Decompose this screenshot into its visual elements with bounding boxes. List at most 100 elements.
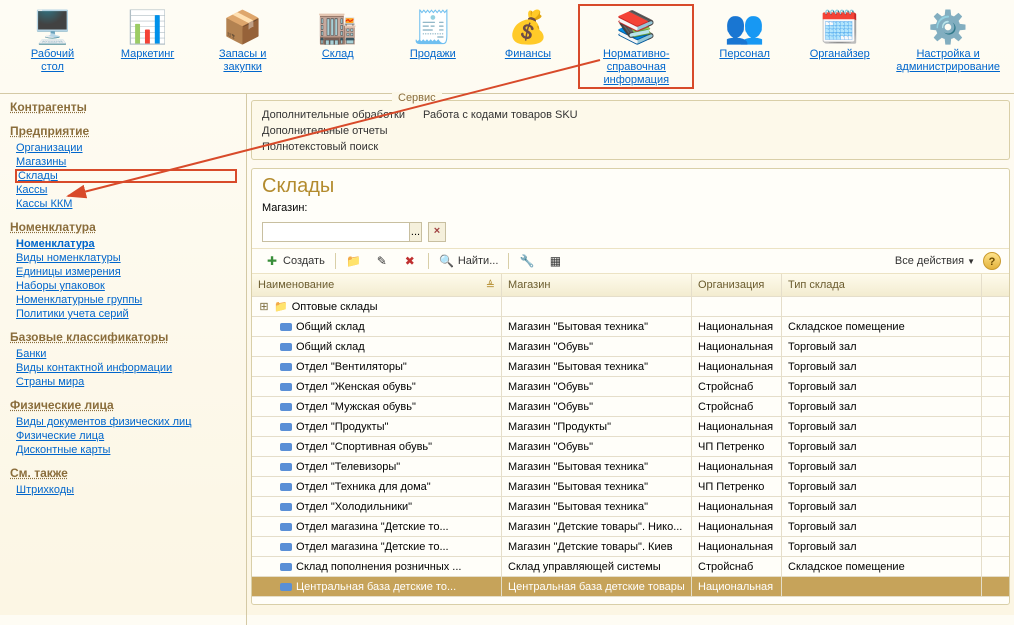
expand-icon[interactable]: ⊞ bbox=[258, 300, 270, 313]
column-header[interactable]: Наименование≜ bbox=[252, 274, 502, 296]
topbar-3[interactable]: 🏬 Склад bbox=[293, 4, 382, 89]
table-row[interactable]: Общий складМагазин "Обувь"НациональнаяТо… bbox=[252, 337, 1009, 357]
item-icon bbox=[280, 563, 292, 571]
item-icon bbox=[280, 323, 292, 331]
service-item[interactable]: Дополнительные обработки bbox=[262, 107, 405, 123]
topbar-0[interactable]: 🖥️ Рабочийстол bbox=[8, 4, 97, 89]
sidebar-item[interactable]: Банки bbox=[16, 348, 236, 360]
topbar-label: Органайзер bbox=[810, 48, 870, 61]
sort-icon: ≜ bbox=[486, 279, 495, 292]
list-panel: Склады Магазин: ... × ✚ Создать 📁 ✎ ✖ bbox=[251, 168, 1010, 605]
table-row[interactable]: Отдел "Женская обувь"Магазин "Обувь"Стро… bbox=[252, 377, 1009, 397]
table-row[interactable]: Отдел магазина "Детские то...Магазин "Де… bbox=[252, 517, 1009, 537]
magazin-filter-input[interactable] bbox=[263, 223, 409, 241]
sidebar-item[interactable]: Страны мира bbox=[16, 376, 236, 388]
sidebar-group-head[interactable]: Предприятие bbox=[10, 124, 236, 138]
table-row[interactable]: Отдел "Телевизоры"Магазин "Бытовая техни… bbox=[252, 457, 1009, 477]
table-icon: ▦ bbox=[547, 253, 563, 269]
topbar-label: Запасы изакупки bbox=[219, 48, 266, 74]
table-row[interactable]: Отдел "Вентиляторы"Магазин "Бытовая техн… bbox=[252, 357, 1009, 377]
sidebar-item[interactable]: Дисконтные карты bbox=[16, 444, 236, 456]
folder-icon: 📁 bbox=[274, 300, 288, 313]
all-actions-button[interactable]: Все действия ▼ bbox=[891, 254, 979, 268]
topbar-1[interactable]: 📊 Маркетинг bbox=[103, 4, 192, 89]
topbar-label: Нормативно-справочнаяинформация bbox=[580, 48, 692, 87]
item-icon bbox=[280, 483, 292, 491]
list-toolbar: ✚ Создать 📁 ✎ ✖ 🔍 Найти... 🔧 ▦ Все дейст… bbox=[252, 248, 1009, 274]
table-row[interactable]: ⊞📁Оптовые склады bbox=[252, 297, 1009, 317]
sidebar-item[interactable]: Единицы измерения bbox=[16, 266, 236, 278]
sidebar-item[interactable]: Кассы ККМ bbox=[16, 198, 236, 210]
settings-button[interactable]: ▦ bbox=[543, 252, 567, 270]
item-icon bbox=[280, 463, 292, 471]
table-row[interactable]: Отдел "Спортивная обувь"Магазин "Обувь"Ч… bbox=[252, 437, 1009, 457]
help-icon[interactable]: ? bbox=[983, 252, 1001, 270]
topbar-6[interactable]: 📚 Нормативно-справочнаяинформация bbox=[578, 4, 694, 89]
sidebar-group-head[interactable]: См. также bbox=[10, 466, 236, 480]
sidebar-item[interactable]: Виды контактной информации bbox=[16, 362, 236, 374]
table-row[interactable]: Центральная база детские то...Центральна… bbox=[252, 577, 1009, 597]
topbar-label: Персонал bbox=[719, 48, 770, 61]
create-folder-button[interactable]: 📁 bbox=[342, 252, 366, 270]
table-row[interactable]: Общий складМагазин "Бытовая техника"Наци… bbox=[252, 317, 1009, 337]
lookup-button[interactable]: ... bbox=[409, 223, 421, 241]
delete-button[interactable]: ✖ bbox=[398, 252, 422, 270]
topbar-label: Рабочийстол bbox=[31, 48, 74, 74]
refresh-button[interactable]: 🔧 bbox=[515, 252, 539, 270]
column-header[interactable]: Организация bbox=[692, 274, 782, 296]
service-item[interactable]: Работа с кодами товаров SKU bbox=[423, 107, 578, 123]
topbar-2[interactable]: 📦 Запасы изакупки bbox=[198, 4, 287, 89]
sidebar-item[interactable]: Политики учета серий bbox=[16, 308, 236, 320]
sidebar-item[interactable]: Виды документов физических лиц bbox=[16, 416, 236, 428]
sidebar-item[interactable]: Организации bbox=[16, 142, 236, 154]
table-row[interactable]: Отдел магазина "Детские то...Магазин "Де… bbox=[252, 537, 1009, 557]
item-icon bbox=[280, 543, 292, 551]
sidebar-item[interactable]: Физические лица bbox=[16, 430, 236, 442]
topbar-icon: 📊 bbox=[124, 6, 172, 48]
topbar-9[interactable]: ⚙️ Настройка иадминистрирование bbox=[890, 4, 1006, 89]
sidebar-item[interactable]: Склады bbox=[16, 170, 236, 182]
create-button[interactable]: ✚ Создать bbox=[260, 252, 329, 270]
item-icon bbox=[280, 363, 292, 371]
edit-button[interactable]: ✎ bbox=[370, 252, 394, 270]
service-item[interactable]: Дополнительные отчеты bbox=[262, 123, 405, 139]
sidebar-group-head[interactable]: Контрагенты bbox=[10, 100, 236, 114]
topbar-5[interactable]: 💰 Финансы bbox=[483, 4, 572, 89]
item-icon bbox=[280, 583, 292, 591]
item-icon bbox=[280, 383, 292, 391]
sidebar-item[interactable]: Штрихкоды bbox=[16, 484, 236, 496]
topbar-label: Продажи bbox=[410, 48, 456, 61]
sidebar-group-head[interactable]: Физические лица bbox=[10, 398, 236, 412]
sidebar-item[interactable]: Наборы упаковок bbox=[16, 280, 236, 292]
table-row[interactable]: Отдел "Продукты"Магазин "Продукты"Национ… bbox=[252, 417, 1009, 437]
sidebar-item[interactable]: Номенклатурные группы bbox=[16, 294, 236, 306]
service-item[interactable]: Полнотекстовый поиск bbox=[262, 139, 405, 155]
edit-icon: ✎ bbox=[374, 253, 390, 269]
sidebar-group-head[interactable]: Базовые классификаторы bbox=[10, 330, 236, 344]
sidebar-item[interactable]: Магазины bbox=[16, 156, 236, 168]
topbar-icon: 🏬 bbox=[314, 6, 362, 48]
topbar-4[interactable]: 🧾 Продажи bbox=[388, 4, 477, 89]
topbar-icon: 📦 bbox=[219, 6, 267, 48]
find-button[interactable]: 🔍 Найти... bbox=[435, 252, 503, 270]
table-row[interactable]: Склад пополнения розничных ...Склад упра… bbox=[252, 557, 1009, 577]
table-row[interactable]: Отдел "Мужская обувь"Магазин "Обувь"Стро… bbox=[252, 397, 1009, 417]
clear-filter-button[interactable]: × bbox=[428, 222, 446, 242]
topbar-icon: 🗓️ bbox=[816, 6, 864, 48]
sidebar-item[interactable]: Кассы bbox=[16, 184, 236, 196]
topbar-8[interactable]: 🗓️ Органайзер bbox=[795, 4, 884, 89]
table-row[interactable]: Отдел "Техника для дома"Магазин "Бытовая… bbox=[252, 477, 1009, 497]
table-row[interactable]: Отдел "Холодильники"Магазин "Бытовая тех… bbox=[252, 497, 1009, 517]
service-panel-title: Сервис bbox=[392, 92, 442, 104]
item-icon bbox=[280, 503, 292, 511]
topbar-7[interactable]: 👥 Персонал bbox=[700, 4, 789, 89]
sidebar-group-head[interactable]: Номенклатура bbox=[10, 220, 236, 234]
column-header[interactable]: Магазин bbox=[502, 274, 692, 296]
delete-icon: ✖ bbox=[402, 253, 418, 269]
sidebar-item[interactable]: Виды номенклатуры bbox=[16, 252, 236, 264]
sidebar-item[interactable]: Номенклатура bbox=[16, 238, 236, 250]
column-header[interactable]: Тип склада bbox=[782, 274, 982, 296]
filter-input-wrap: ... bbox=[262, 222, 422, 242]
topbar-icon: 🖥️ bbox=[29, 6, 77, 48]
item-icon bbox=[280, 523, 292, 531]
